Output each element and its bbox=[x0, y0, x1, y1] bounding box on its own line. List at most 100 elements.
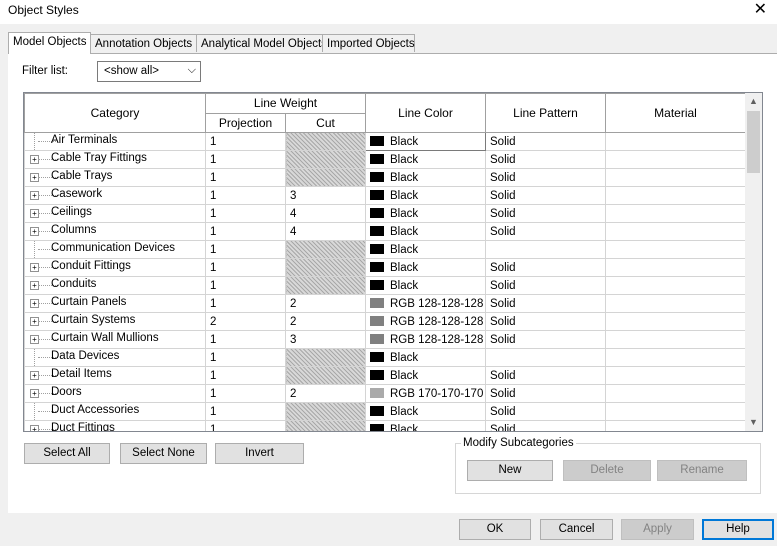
projection-cell[interactable]: 1 bbox=[205, 348, 286, 367]
rename-button[interactable]: Rename bbox=[657, 460, 747, 481]
projection-cell[interactable]: 1 bbox=[205, 384, 286, 403]
table-row[interactable]: + Columns 1 4 Black Solid bbox=[24, 222, 746, 241]
table-row[interactable]: + Cable Tray Fittings 1 Black Solid bbox=[24, 150, 746, 169]
material-cell[interactable] bbox=[605, 258, 746, 277]
material-cell[interactable] bbox=[605, 366, 746, 385]
material-cell[interactable] bbox=[605, 276, 746, 295]
line-pattern-cell[interactable]: Solid bbox=[485, 384, 606, 403]
category-cell[interactable]: + Cable Tray Fittings bbox=[24, 150, 206, 169]
material-cell[interactable] bbox=[605, 240, 746, 259]
line-pattern-cell[interactable]: Solid bbox=[485, 204, 606, 223]
table-row[interactable]: + Conduit Fittings 1 Black Solid bbox=[24, 258, 746, 277]
table-row[interactable]: + Ceilings 1 4 Black Solid bbox=[24, 204, 746, 223]
select-none-button[interactable]: Select None bbox=[120, 443, 207, 464]
projection-cell[interactable]: 1 bbox=[205, 132, 286, 151]
projection-cell[interactable]: 2 bbox=[205, 312, 286, 331]
close-icon[interactable]: ✕ bbox=[754, 1, 767, 19]
line-color-cell[interactable]: Black bbox=[365, 150, 486, 169]
projection-cell[interactable]: 1 bbox=[205, 330, 286, 349]
category-cell[interactable]: Communication Devices bbox=[24, 240, 206, 259]
category-cell[interactable]: Duct Accessories bbox=[24, 402, 206, 421]
table-row[interactable]: Data Devices 1 Black bbox=[24, 348, 746, 367]
header-material[interactable]: Material bbox=[605, 93, 746, 133]
material-cell[interactable] bbox=[605, 420, 746, 431]
line-color-cell[interactable]: Black bbox=[365, 366, 486, 385]
table-row[interactable]: + Casework 1 3 Black Solid bbox=[24, 186, 746, 205]
invert-button[interactable]: Invert bbox=[215, 443, 304, 464]
material-cell[interactable] bbox=[605, 384, 746, 403]
line-color-cell[interactable]: Black bbox=[365, 222, 486, 241]
line-pattern-cell[interactable]: Solid bbox=[485, 132, 606, 151]
header-projection[interactable]: Projection bbox=[205, 112, 286, 133]
help-button[interactable]: Help bbox=[702, 519, 774, 540]
table-row[interactable]: + Curtain Systems 2 2 RGB 128-128-128 Solid bbox=[24, 312, 746, 331]
category-cell[interactable]: + Casework bbox=[24, 186, 206, 205]
line-pattern-cell[interactable]: Solid bbox=[485, 276, 606, 295]
projection-cell[interactable]: 1 bbox=[205, 204, 286, 223]
line-color-cell[interactable]: Black bbox=[365, 204, 486, 223]
material-cell[interactable] bbox=[605, 294, 746, 313]
table-row[interactable]: Communication Devices 1 Black bbox=[24, 240, 746, 259]
line-pattern-cell[interactable]: Solid bbox=[485, 366, 606, 385]
category-cell[interactable]: Data Devices bbox=[24, 348, 206, 367]
header-cut[interactable]: Cut bbox=[285, 112, 366, 133]
line-pattern-cell[interactable] bbox=[485, 240, 606, 259]
line-pattern-cell[interactable]: Solid bbox=[485, 420, 606, 431]
projection-cell[interactable]: 1 bbox=[205, 186, 286, 205]
table-row[interactable]: Air Terminals 1 Black Solid bbox=[24, 132, 746, 151]
projection-cell[interactable]: 1 bbox=[205, 258, 286, 277]
cut-cell[interactable]: 2 bbox=[285, 312, 366, 331]
material-cell[interactable] bbox=[605, 150, 746, 169]
cut-cell[interactable]: 4 bbox=[285, 204, 366, 223]
category-cell[interactable]: + Curtain Wall Mullions bbox=[24, 330, 206, 349]
table-row[interactable]: + Detail Items 1 Black Solid bbox=[24, 366, 746, 385]
projection-cell[interactable]: 1 bbox=[205, 294, 286, 313]
line-color-cell[interactable]: Black bbox=[365, 168, 486, 187]
line-color-cell[interactable]: Black bbox=[365, 240, 486, 259]
tab-analytical-model-objects[interactable]: Analytical Model Objects bbox=[196, 34, 327, 52]
material-cell[interactable] bbox=[605, 186, 746, 205]
line-color-cell[interactable]: RGB 128-128-128 bbox=[365, 294, 486, 313]
line-pattern-cell[interactable]: Solid bbox=[485, 312, 606, 331]
table-row[interactable]: + Curtain Panels 1 2 RGB 128-128-128 Solid bbox=[24, 294, 746, 313]
table-row[interactable]: Duct Accessories 1 Black Solid bbox=[24, 402, 746, 421]
vertical-scrollbar[interactable]: ▲ ▼ bbox=[745, 93, 762, 431]
material-cell[interactable] bbox=[605, 204, 746, 223]
category-cell[interactable]: + Duct Fittings bbox=[24, 420, 206, 431]
line-color-cell[interactable]: Black bbox=[365, 276, 486, 295]
header-category[interactable]: Category bbox=[24, 93, 206, 133]
category-cell[interactable]: + Ceilings bbox=[24, 204, 206, 223]
category-cell[interactable]: Air Terminals bbox=[24, 132, 206, 151]
tab-imported-objects[interactable]: Imported Objects bbox=[322, 34, 415, 52]
category-cell[interactable]: + Conduit Fittings bbox=[24, 258, 206, 277]
category-cell[interactable]: + Curtain Systems bbox=[24, 312, 206, 331]
select-all-button[interactable]: Select All bbox=[24, 443, 110, 464]
category-cell[interactable]: + Conduits bbox=[24, 276, 206, 295]
material-cell[interactable] bbox=[605, 132, 746, 151]
projection-cell[interactable]: 1 bbox=[205, 420, 286, 431]
line-pattern-cell[interactable]: Solid bbox=[485, 402, 606, 421]
new-button[interactable]: New bbox=[467, 460, 553, 481]
table-row[interactable]: + Curtain Wall Mullions 1 3 RGB 128-128-128 S… bbox=[24, 330, 746, 349]
cut-cell[interactable]: 2 bbox=[285, 294, 366, 313]
material-cell[interactable] bbox=[605, 348, 746, 367]
line-pattern-cell[interactable] bbox=[485, 348, 606, 367]
category-cell[interactable]: + Columns bbox=[24, 222, 206, 241]
material-cell[interactable] bbox=[605, 222, 746, 241]
line-pattern-cell[interactable]: Solid bbox=[485, 294, 606, 313]
table-row[interactable]: + Cable Trays 1 Black Solid bbox=[24, 168, 746, 187]
apply-button[interactable]: Apply bbox=[621, 519, 694, 540]
scroll-up-icon[interactable]: ▲ bbox=[745, 93, 762, 110]
line-color-cell[interactable]: Black bbox=[365, 132, 486, 151]
category-cell[interactable]: + Curtain Panels bbox=[24, 294, 206, 313]
projection-cell[interactable]: 1 bbox=[205, 150, 286, 169]
line-color-cell[interactable]: Black bbox=[365, 402, 486, 421]
line-pattern-cell[interactable]: Solid bbox=[485, 186, 606, 205]
projection-cell[interactable]: 1 bbox=[205, 276, 286, 295]
cut-cell[interactable]: 4 bbox=[285, 222, 366, 241]
cut-cell[interactable]: 2 bbox=[285, 384, 366, 403]
category-cell[interactable]: + Doors bbox=[24, 384, 206, 403]
material-cell[interactable] bbox=[605, 312, 746, 331]
category-cell[interactable]: + Detail Items bbox=[24, 366, 206, 385]
line-color-cell[interactable]: Black bbox=[365, 186, 486, 205]
